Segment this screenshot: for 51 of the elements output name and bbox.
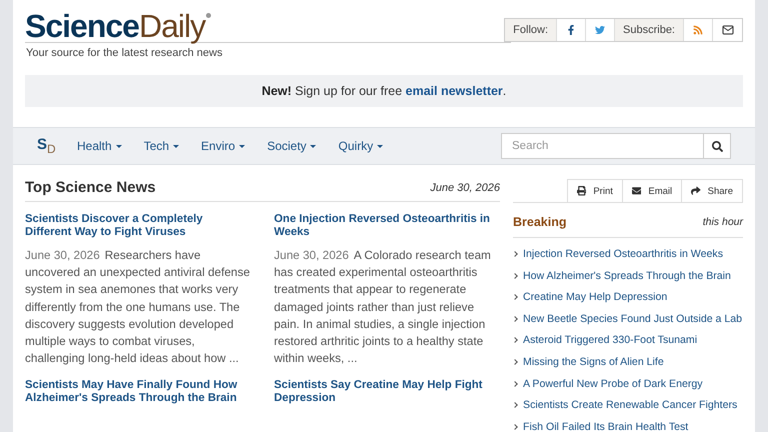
share-icon (691, 186, 701, 196)
envelope-icon (722, 24, 734, 36)
breaking-link[interactable]: Missing the Signs of Alien Life (523, 354, 664, 369)
breaking-title: Breaking (513, 215, 566, 229)
story-headline[interactable]: Scientists Discover a Completely Different Way to Fight Viruses (25, 213, 250, 239)
share-button[interactable]: Share (681, 179, 743, 202)
chevron-icon (512, 294, 518, 300)
newsletter-text: New! Sign up for our free email newsletter. (262, 84, 506, 98)
bird-icon (595, 25, 606, 35)
chevron-icon (512, 251, 518, 257)
story-headline[interactable]: Scientists Say Creatine May Help Fight Depression (274, 379, 499, 406)
follow-label: Follow: (505, 19, 558, 41)
site-logo[interactable]: ScienceDaily (25, 10, 212, 42)
nav-menu-item[interactable]: Health (77, 139, 122, 153)
nav-menu-item[interactable]: Tech (144, 139, 180, 153)
search-button[interactable] (703, 133, 731, 159)
chevron-icon (512, 338, 518, 344)
breaking-link[interactable]: A Powerful New Probe of Dark Energy (523, 376, 703, 391)
nav-menu-item[interactable]: Enviro (201, 139, 246, 153)
story-headline[interactable]: One Injection Reversed Osteoarthritis in Weeks (274, 213, 499, 239)
story-summary: June 30, 2026 Researchers have uncovered an unexpected antiviral defense system in sea anemones that works very differently from the one humans use. The discovery suggests evolution developed multiple ways to combat viruses, challenging long-held ideas about how ... (25, 247, 250, 368)
breaking-link[interactable]: New Beetle Species Found Just Outside a Lab (523, 312, 742, 326)
facebook-icon (566, 25, 576, 35)
breaking-link[interactable]: Creatine May Help Depression (523, 290, 668, 304)
breaking-link[interactable]: How Alzheimer's Spreads Through the Brain (523, 268, 731, 283)
chevron-icon (512, 359, 518, 365)
breaking-link[interactable]: Asteroid Triggered 330-Foot Tsunami (523, 333, 698, 348)
section-date: June 30, 2026 (430, 182, 500, 194)
envelope-icon (632, 186, 642, 196)
story-summary: June 30, 2026 A Colorado research team has created experimental osteoarthritis treatments that appear to regenerate damaged joints rather than just relieve pain. In animal studies, a single injection restored arthritic joints to a healthy state within weeks, ... (274, 247, 492, 368)
chevron-icon (512, 272, 518, 278)
subscribe-label: Subscribe: (615, 19, 684, 41)
breaking-link[interactable]: Injection Reversed Osteoarthritis in Weeks (523, 247, 723, 261)
nav-menu-item[interactable]: Quirky (338, 139, 384, 153)
newsletter-link[interactable]: email newsletter (406, 84, 503, 98)
chevron-icon (512, 316, 518, 322)
nav-menu-item[interactable]: Society (267, 139, 316, 153)
breaking-link[interactable]: Scientists Create Renewable Cancer Fighters (523, 398, 738, 412)
chevron-icon (512, 402, 518, 408)
breaking-subtitle: this hour (702, 216, 743, 228)
chevron-icon (512, 424, 518, 430)
breaking-link[interactable]: Fish Oil Failed Its Brain Health Test (523, 420, 688, 432)
print-button[interactable]: Print (566, 179, 623, 202)
search-field[interactable]: Search (501, 133, 703, 159)
story-headline[interactable]: Scientists May Have Finally Found How Alzheimer's Spreads Through the Brain (25, 379, 250, 406)
chevron-icon (512, 380, 518, 386)
rss-icon (693, 25, 703, 35)
section-title: Top Science News (25, 179, 156, 196)
search-icon (712, 140, 722, 152)
tagline: Your source for the latest research news (26, 47, 224, 59)
printer-icon (576, 186, 586, 196)
